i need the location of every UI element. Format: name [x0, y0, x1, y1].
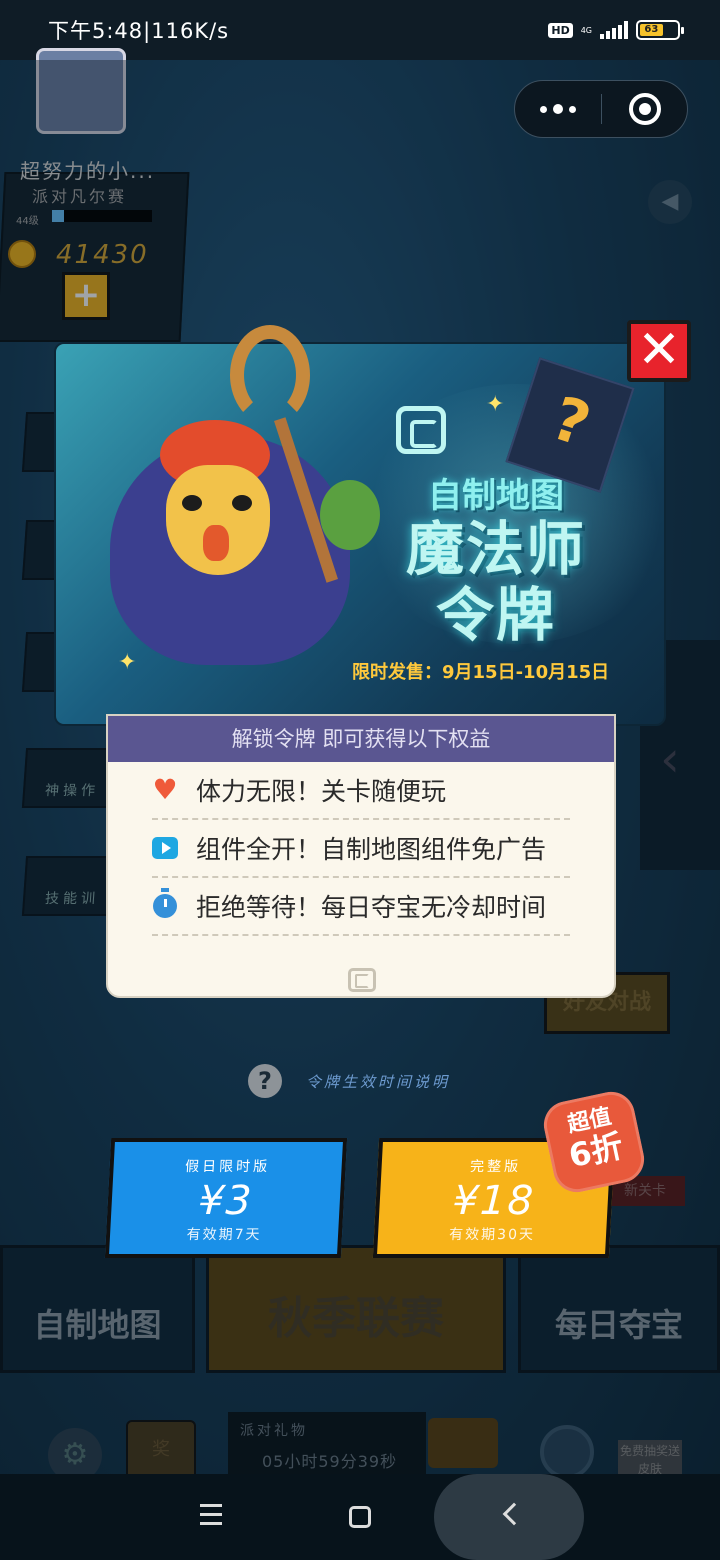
close-button[interactable]: ✕: [627, 320, 691, 382]
heart-icon: ♥: [152, 773, 178, 806]
benefit-item: 拒绝等待！每日夺宝无冷却时间: [152, 878, 570, 936]
sale-period: 限时发售：9月15日-10月15日: [352, 662, 610, 683]
star-icon: ✦: [486, 392, 505, 417]
system-nav-bar: [0, 1474, 720, 1560]
banner-headline: 魔法师 令牌: [405, 515, 586, 649]
back-button[interactable]: [434, 1474, 584, 1560]
miniprogram-capsule: [514, 80, 688, 138]
status-time: 下午5:48|116K/s: [48, 19, 230, 43]
map-logo-icon: [348, 968, 376, 992]
back-icon[interactable]: [502, 1502, 526, 1526]
status-icons: HD 4G 63: [548, 20, 684, 40]
signal-icon: [600, 21, 628, 39]
help-text[interactable]: 令牌生效时间说明: [306, 1071, 450, 1092]
map-logo-icon: [396, 406, 446, 454]
question-icon[interactable]: ?: [248, 1064, 282, 1098]
token-help[interactable]: ? 令牌生效时间说明: [248, 1064, 450, 1098]
battery-level: 63: [640, 24, 663, 36]
price-duration: 有效期7天: [186, 1227, 262, 1243]
timer-icon: [152, 888, 178, 919]
benefit-item: ♥ 体力无限！关卡随便玩: [152, 762, 570, 820]
hd-icon: HD: [548, 22, 573, 38]
price-duration: 有效期30天: [448, 1227, 536, 1243]
green-creature: [320, 480, 380, 550]
battery-icon: 63: [636, 20, 684, 40]
network-type: 4G: [580, 25, 592, 35]
play-icon: [152, 835, 178, 861]
home-icon[interactable]: [349, 1506, 371, 1528]
holiday-price-button[interactable]: 假日限时版 ¥3 有效期7天: [104, 1138, 348, 1258]
benefits-header: 解锁令牌 即可获得以下权益: [108, 716, 614, 762]
menu-icon[interactable]: [200, 1504, 222, 1531]
more-dots-icon[interactable]: [515, 81, 601, 137]
benefits-panel: 解锁令牌 即可获得以下权益 ♥ 体力无限！关卡随便玩 组件全开！自制地图组件免广…: [106, 714, 616, 998]
price-kind: 假日限时版: [184, 1159, 271, 1175]
benefit-item: 组件全开！自制地图组件免广告: [152, 820, 570, 878]
target-close-icon[interactable]: [602, 81, 687, 137]
price-value: ¥3: [197, 1178, 255, 1224]
